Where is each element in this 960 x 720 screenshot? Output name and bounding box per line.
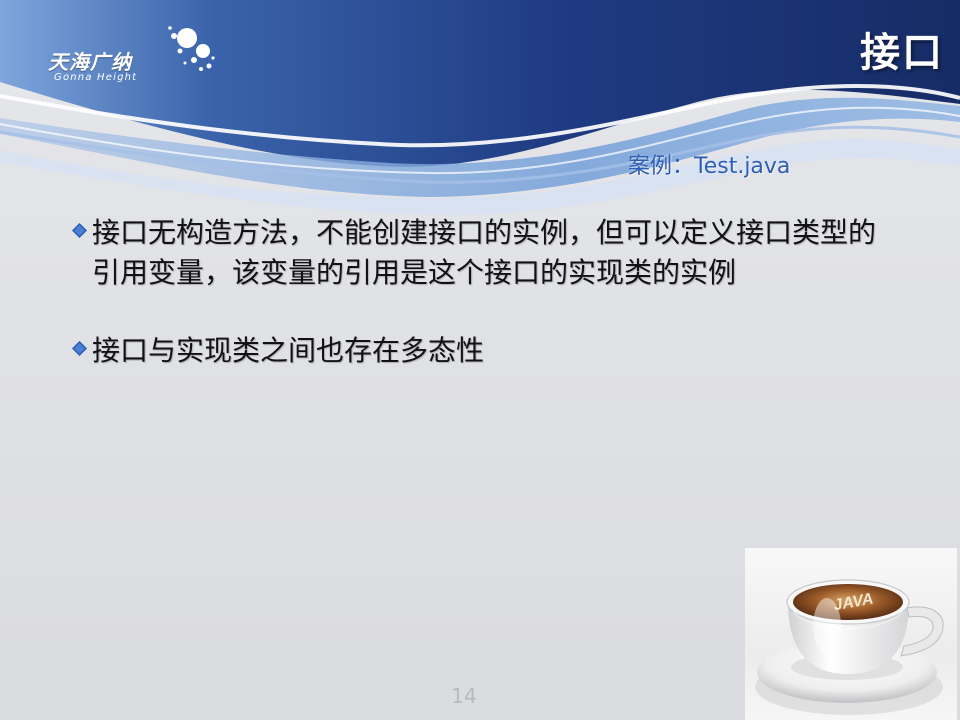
bullet-text: 接口无构造方法，不能创建接口的实例，但可以定义接口类型的引用变量，该变量的引用是… [92,216,877,289]
example-caption: 案例：Test.java [628,154,791,179]
page-number: 14 [451,684,477,708]
diamond-bullet-icon [72,341,87,356]
logo-english-text: Gonna Height [54,72,138,83]
presentation-slide: 天海广纳 Gonna Height 接口 案例：Test.java 接口无构造方… [0,0,960,720]
bullet-item: 接口与实现类之间也存在多态性 [70,331,885,371]
logo-chinese-text: 天海广纳 [48,50,132,74]
logo-bubbles-icon [168,26,215,71]
slide-title: 接口 [860,30,944,76]
company-logo: 天海广纳 Gonna Height [48,20,218,90]
bullet-item: 接口无构造方法，不能创建接口的实例，但可以定义接口类型的引用变量，该变量的引用是… [70,213,885,293]
bullet-list: 接口无构造方法，不能创建接口的实例，但可以定义接口类型的引用变量，该变量的引用是… [70,213,885,371]
diamond-bullet-icon [72,223,87,238]
bullet-text: 接口与实现类之间也存在多态性 [92,334,485,367]
coffee-cup-icon: JAVA [755,579,944,715]
coffee-cup-image: JAVA [745,548,957,720]
